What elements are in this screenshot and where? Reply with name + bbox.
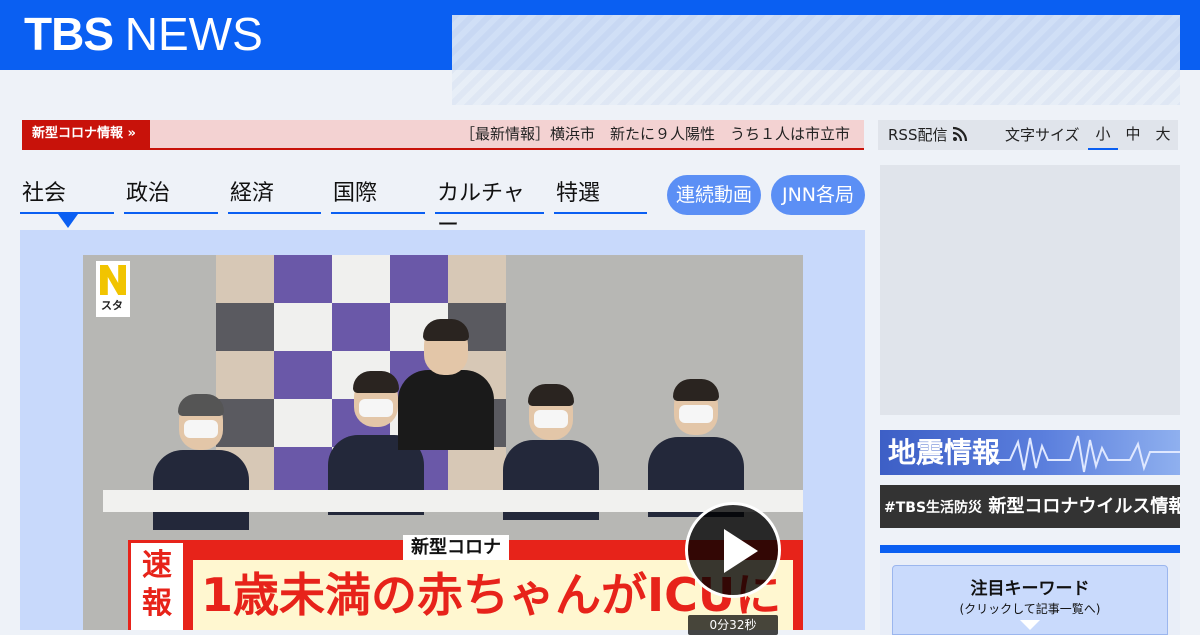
sidebar-ad[interactable] [880,165,1180,415]
keywords-subtitle: (クリックして記事一覧へ) [959,602,1101,616]
tab-culture[interactable]: カルチャー [435,178,544,238]
tab-politics[interactable]: 政治 [124,178,218,214]
active-tab-indicator [58,214,78,228]
font-size-medium[interactable]: 中 [1118,120,1148,148]
rss-icon [953,126,968,142]
top-ad-banner[interactable] [452,15,1180,105]
seismograph-icon [990,435,1180,473]
site-header: TBS NEWS [0,0,1200,105]
tab-society[interactable]: 社会 [20,178,114,214]
brand-mark: スタ [101,299,123,312]
corona-info-banner[interactable]: #TBS生活防災 新型コロナウイルス情報 [880,485,1180,528]
jnn-stations-button[interactable]: JNN各局 [771,175,865,215]
tab-economy[interactable]: 経済 [228,178,321,214]
rss-label: RSS配信 [888,126,948,144]
news-ticker: 新型コロナ情報 » ［最新情報］横浜市 新たに９人陽性 うち１人は市立市 [22,120,864,150]
corona-banner-label: 新型コロナウイルス情報 [988,496,1180,517]
logo-news: NEWS [124,8,263,60]
corona-banner-tag: #TBS生活防災 [884,500,983,516]
play-button[interactable] [685,502,781,598]
utility-bar: RSS配信 文字サイズ 小 中 大 [878,120,1178,150]
n-sta-logo: スタ [96,261,130,317]
earthquake-info-label: 地震情報 [888,436,1001,469]
ticker-label[interactable]: 新型コロナ情報 » [22,120,150,148]
font-size-label: 文字サイズ [1005,126,1080,144]
tab-international[interactable]: 国際 [331,178,425,214]
ticker-headline[interactable]: ［最新情報］横浜市 新たに９人陽性 うち１人は市立市 [460,120,850,148]
breaking-flag: 速報 [131,543,183,630]
logo-tbs: TBS [24,8,114,60]
keywords-title: 注目キーワード [970,579,1090,599]
continuous-video-button[interactable]: 連続動画 [667,175,761,215]
earthquake-info-banner[interactable]: 地震情報 [880,430,1180,475]
conference-table [103,490,803,512]
rss-link[interactable]: RSS配信 [888,120,968,150]
font-size-small[interactable]: 小 [1088,120,1118,150]
font-size-large[interactable]: 大 [1148,120,1178,148]
video-duration: 0分32秒 [688,615,778,635]
n-icon [100,265,126,295]
tbs-news-logo[interactable]: TBS NEWS [24,8,263,60]
tab-special[interactable]: 特選 [554,178,647,214]
keywords-arrow-icon [1020,620,1040,630]
caption-top: 新型コロナ [403,535,509,561]
